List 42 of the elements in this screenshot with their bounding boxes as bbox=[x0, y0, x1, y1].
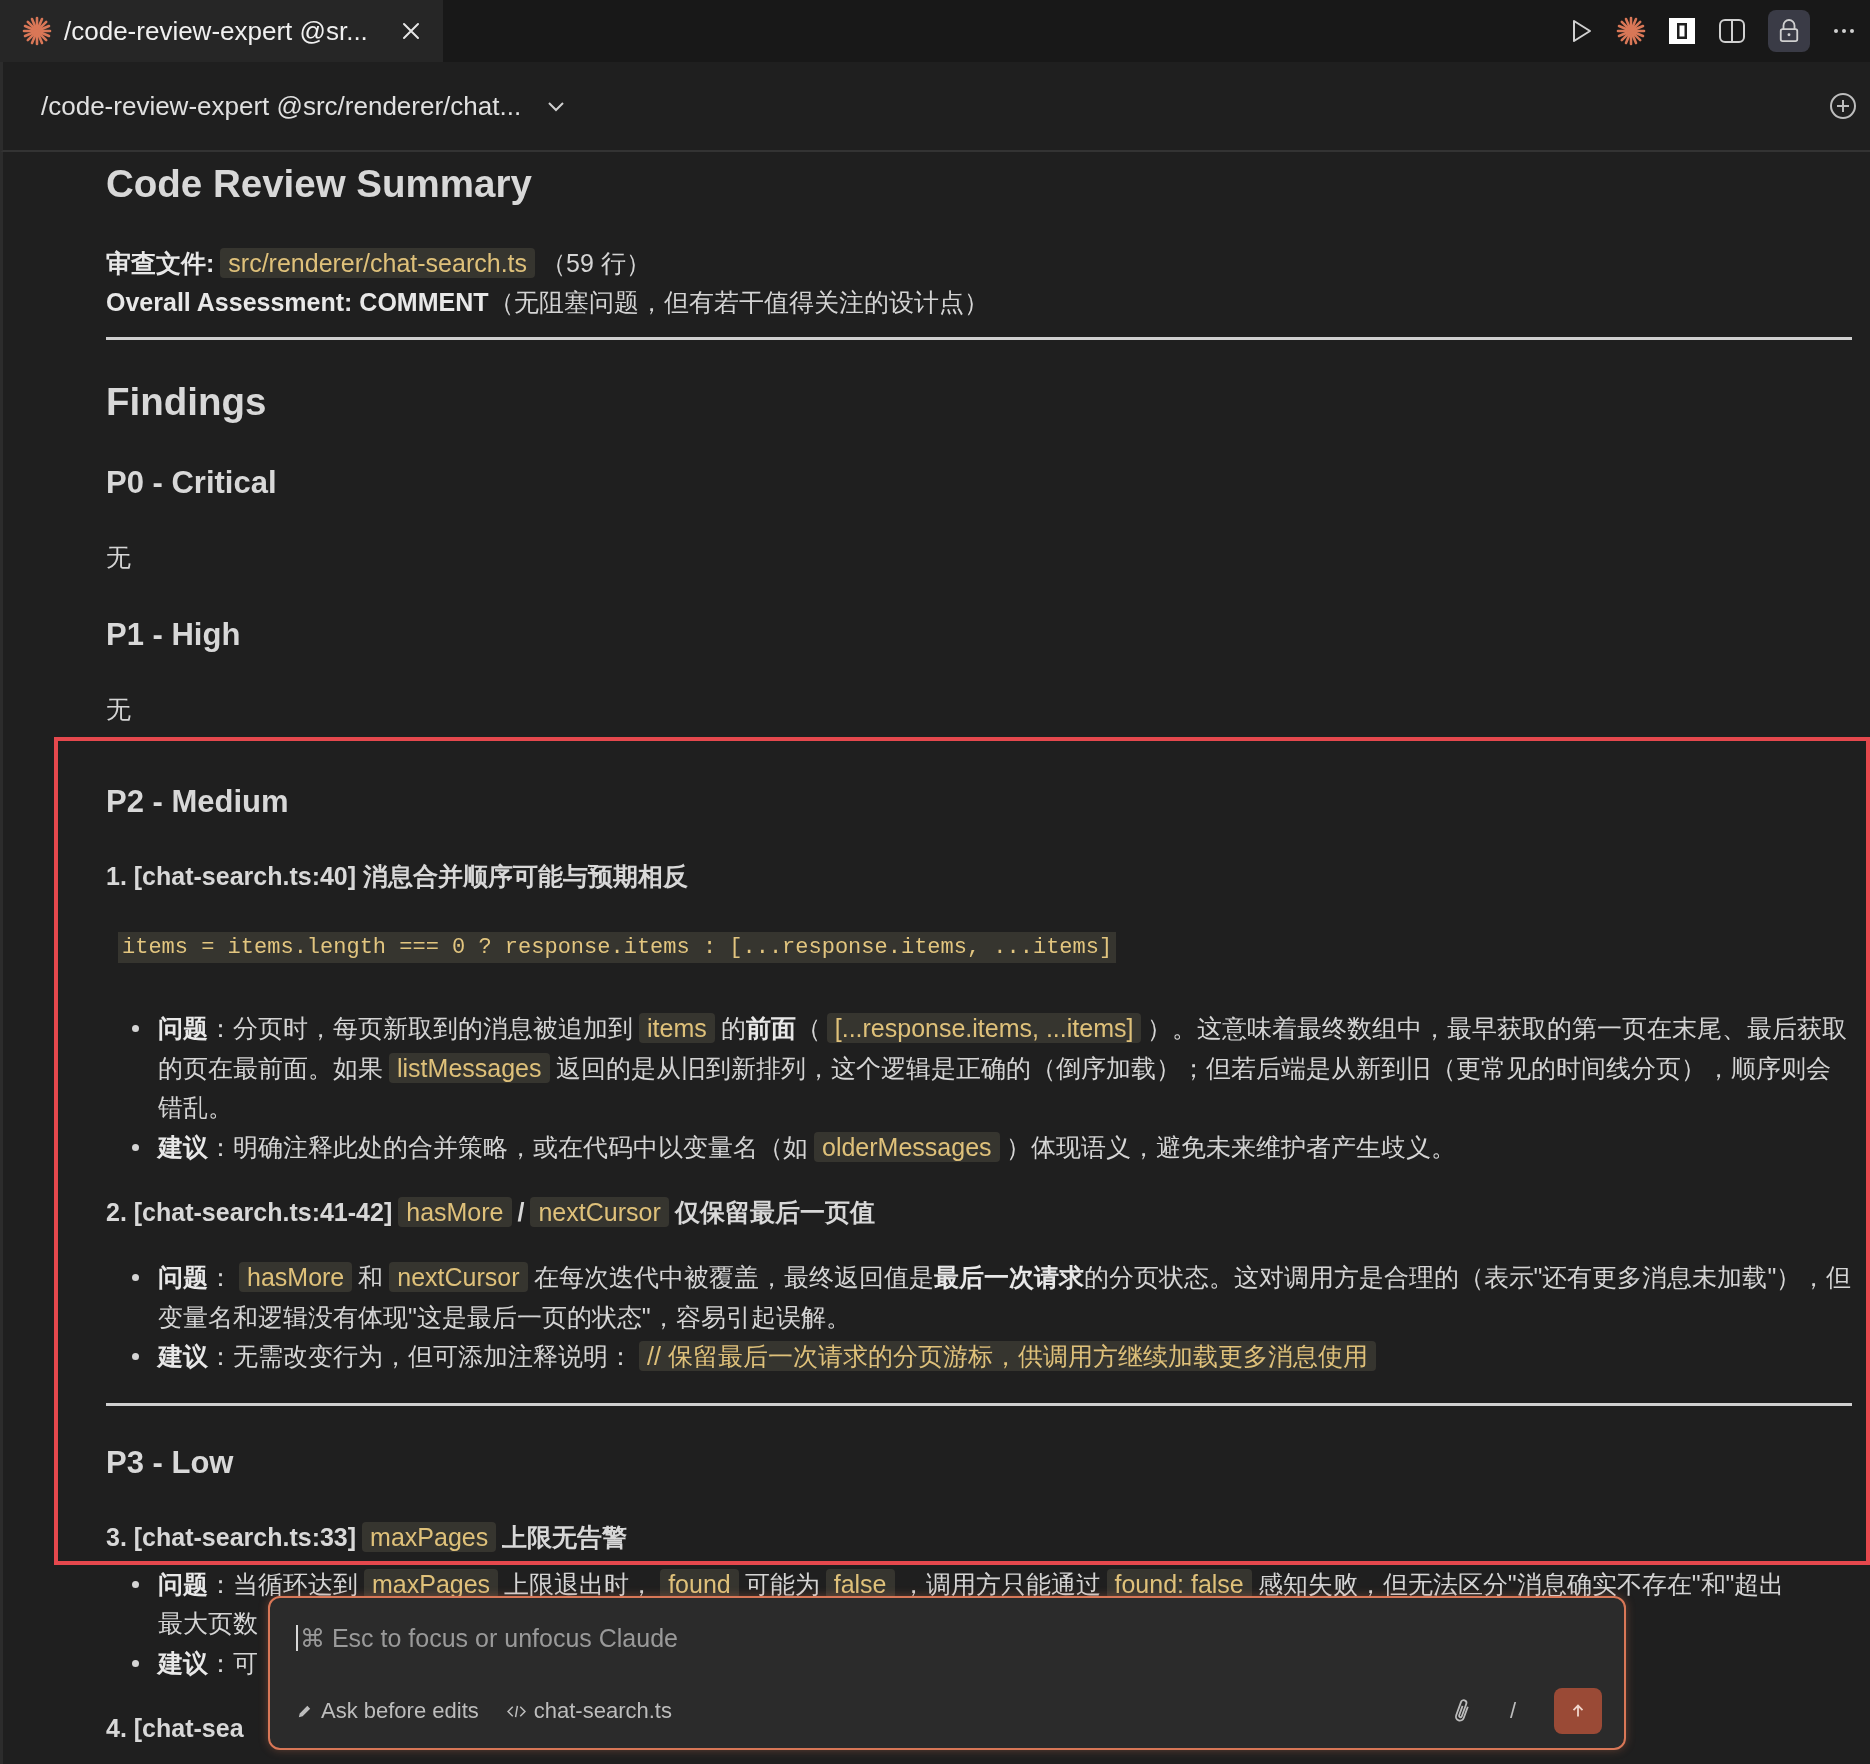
starburst-icon[interactable] bbox=[1616, 16, 1646, 46]
prompt-input[interactable]: ⌘ Esc to focus or unfocus Claude bbox=[296, 1618, 1602, 1658]
summary-heading: Code Review Summary bbox=[106, 161, 533, 207]
close-icon[interactable] bbox=[401, 21, 421, 41]
bullet-text: 建议：明确注释此处的合并策略，或在代码中以变量名（如 olderMessages ）体现语义，避免未来维护者产生歧义。 bbox=[158, 1130, 1456, 1164]
lock-icon bbox=[1778, 19, 1800, 43]
bullet-icon bbox=[132, 1274, 139, 1281]
file-chip[interactable]: chat-search.ts bbox=[506, 1698, 672, 1724]
priority-heading: P0 - Critical bbox=[106, 464, 278, 502]
chevron-down-icon bbox=[547, 100, 566, 112]
section-heading: Findings bbox=[106, 379, 268, 425]
bullet-text: 问题：分页时，每页新取到的消息被追加到 items 的前面（ [...response.items, ...items] ）。这意味着最终数组中，最早获取的第一页在末尾、最后获取的页在最前面。如果 listMessages 返回的是从旧到新排列，这个逻辑是正确的（倒序加载）；但若后端是从新到旧（更常见的时间线分页），顺序则会错乱。 bbox=[158, 1012, 1849, 1123]
finding-heading: 2. [chat-search.ts:41-42] hasMore / nextCursor 仅保留最后一页值 bbox=[106, 1196, 875, 1229]
priority-heading: P1 - High bbox=[106, 616, 242, 654]
paragraph: 无 bbox=[106, 542, 132, 573]
finding-heading: 4. [chat-sea bbox=[106, 1713, 244, 1744]
slash-command[interactable]: / bbox=[1509, 1698, 1516, 1724]
bullet-icon bbox=[132, 1659, 139, 1667]
bullet-icon bbox=[132, 1143, 139, 1151]
new-chat-icon[interactable] bbox=[1828, 91, 1858, 121]
send-button[interactable] bbox=[1554, 1688, 1602, 1734]
editor-tab[interactable]: /code-review-expert @sr... bbox=[0, 0, 443, 62]
square-icon[interactable] bbox=[1668, 17, 1696, 45]
bullet-icon bbox=[132, 1025, 139, 1032]
finding-heading: 1. [chat-search.ts:40] 消息合并顺序可能与预期相反 bbox=[106, 861, 689, 892]
lock-button[interactable] bbox=[1768, 10, 1810, 52]
priority-heading: P2 - Medium bbox=[106, 783, 290, 821]
code-icon bbox=[506, 1703, 526, 1719]
finding-heading: 3. [chat-search.ts:33] maxPages 上限无告警 bbox=[106, 1520, 628, 1554]
session-selector[interactable]: /code-review-expert @src/renderer/chat... bbox=[41, 90, 566, 122]
bullet-text: 问题： hasMore 和 nextCursor 在每次迭代中被覆盖，最终返回值是最后一次请求的分页状态。这对调用方是合理的（表示"还有更多消息未加载"），但变量名和逻辑没有体现"这是最后一页的状态"，容易引起误解。 bbox=[158, 1261, 1852, 1333]
mode-button[interactable]: Ask before edits bbox=[296, 1698, 479, 1724]
bullet-icon bbox=[132, 1580, 139, 1588]
priority-heading: P3 - Low bbox=[106, 1443, 235, 1482]
more-icon[interactable] bbox=[1832, 27, 1856, 35]
bullet-icon bbox=[132, 1353, 139, 1360]
bullet-text: 建议：无需改变行为，但可添加注释说明： // 保留最后一次请求的分页游标，供调用方继续加载更多消息使用 bbox=[158, 1337, 1382, 1377]
paragraph: 无 bbox=[106, 694, 132, 725]
paragraph: 审查文件: src/renderer/chat-search.ts （59 行） Overall Assessment: COMMENT（无阻塞问题，但有若干值得关注的设计点） bbox=[106, 247, 990, 318]
starburst-icon bbox=[22, 16, 52, 46]
bullet-text: 建议：可 bbox=[158, 1647, 258, 1679]
split-view-icon[interactable] bbox=[1718, 17, 1746, 45]
